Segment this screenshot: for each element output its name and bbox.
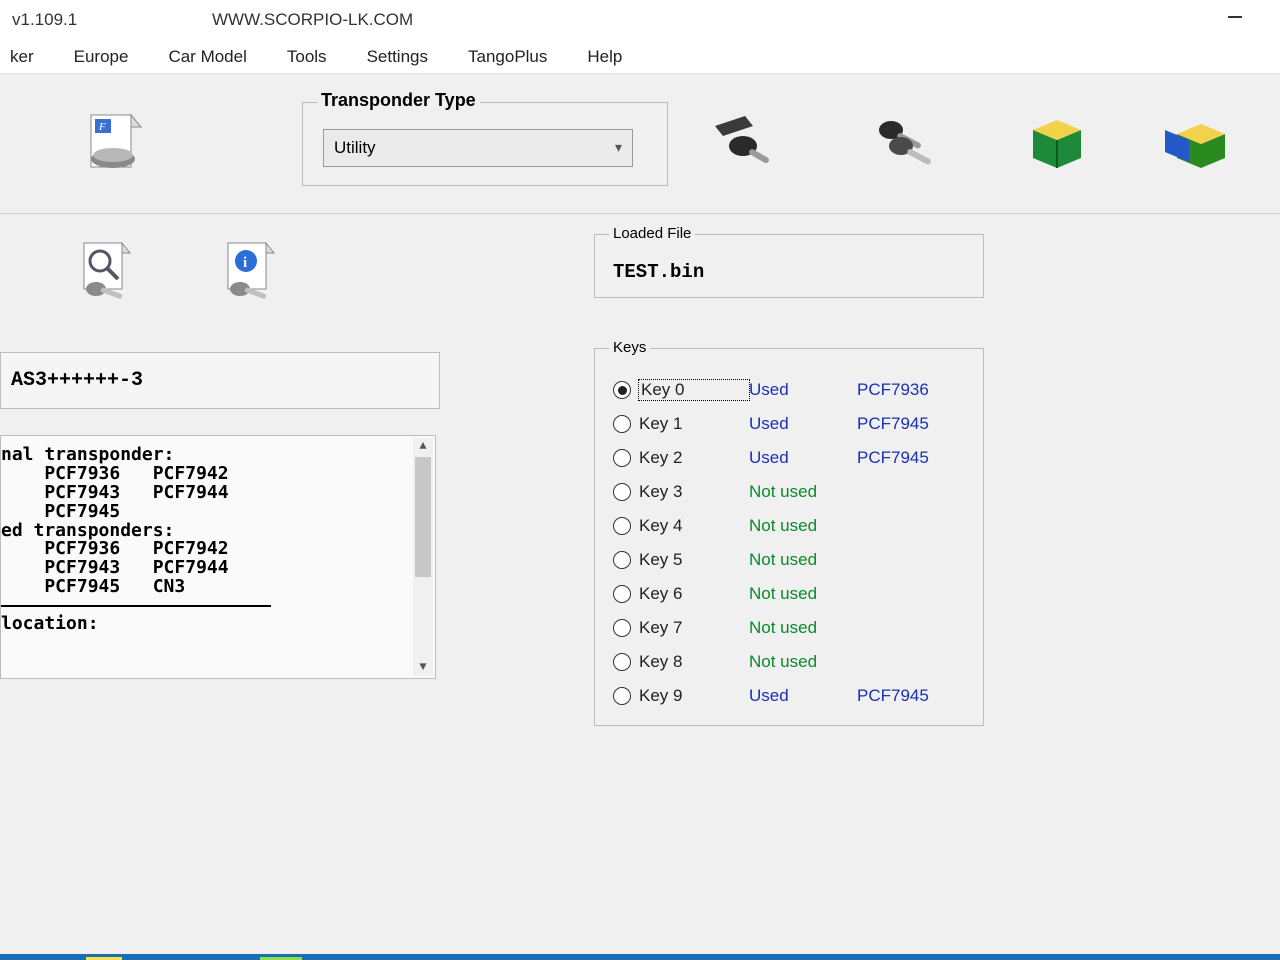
taskbar[interactable] [0, 954, 1280, 960]
loaded-file-label: Loaded File [609, 225, 695, 242]
search-key-icon[interactable] [72, 234, 144, 306]
key-chip: PCF7945 [857, 414, 929, 434]
key-row[interactable]: Key 1UsedPCF7945 [613, 407, 965, 441]
key-row[interactable]: Key 7Not used [613, 611, 965, 645]
key-status: Used [749, 380, 857, 400]
scroll-thumb[interactable] [415, 457, 431, 577]
key-status: Used [749, 448, 857, 468]
toolbar-books-icon[interactable] [1154, 108, 1226, 180]
key-chip: PCF7945 [857, 448, 929, 468]
key-label: Key 7 [639, 618, 749, 638]
loaded-file-group: Loaded File TEST.bin [594, 234, 984, 298]
key-radio[interactable] [613, 619, 631, 637]
keys-label: Keys [609, 339, 650, 356]
key-chip: PCF7945 [857, 686, 929, 706]
key-row[interactable]: Key 6Not used [613, 577, 965, 611]
key-radio[interactable] [613, 449, 631, 467]
title-bar: v1.109.1 WWW.SCORPIO-LK.COM [0, 0, 1280, 40]
window-controls [1226, 8, 1262, 26]
menu-item-tangoplus[interactable]: TangoPlus [458, 43, 557, 71]
key-status: Used [749, 686, 857, 706]
info-scrollbar[interactable]: ▲ ▼ [413, 438, 433, 676]
transponder-info-tail: location: [1, 615, 415, 634]
key-status: Not used [749, 652, 857, 672]
transponder-info-text: nal transponder: PCF7936 PCF7942 PCF7943… [1, 446, 415, 597]
toolbar-book-green-icon[interactable] [1022, 108, 1094, 180]
key-radio[interactable] [613, 585, 631, 603]
minimize-button[interactable] [1226, 8, 1262, 26]
workspace: i AS3++++++-3 nal transponder: PCF7936 P… [0, 214, 1280, 954]
key-label: Key 8 [639, 652, 749, 672]
transponder-type-label: Transponder Type [317, 90, 480, 111]
svg-text:F: F [98, 121, 106, 133]
key-row[interactable]: Key 2UsedPCF7945 [613, 441, 965, 475]
module-id-text: AS3++++++-3 [11, 369, 143, 392]
transponder-type-group: Transponder Type Utility ▾ [302, 102, 668, 186]
key-label: Key 1 [639, 414, 749, 434]
menu-bar: ker Europe Car Model Tools Settings Tang… [0, 40, 1280, 74]
chevron-down-icon: ▾ [615, 139, 622, 156]
transponder-info-box: nal transponder: PCF7936 PCF7942 PCF7943… [0, 435, 436, 679]
key-row[interactable]: Key 3Not used [613, 475, 965, 509]
app-version: v1.109.1 [12, 10, 212, 30]
app-title: WWW.SCORPIO-LK.COM [212, 10, 413, 30]
menu-item-car-model[interactable]: Car Model [158, 43, 256, 71]
menu-item-settings[interactable]: Settings [357, 43, 438, 71]
key-status: Not used [749, 516, 857, 536]
key-label: Key 2 [639, 448, 749, 468]
key-radio[interactable] [613, 653, 631, 671]
key-status: Not used [749, 584, 857, 604]
transponder-type-value: Utility [334, 138, 376, 158]
key-status: Not used [749, 618, 857, 638]
menu-item-europe[interactable]: Europe [64, 43, 139, 71]
key-label: Key 0 [639, 380, 749, 400]
file-car-icon[interactable]: F [80, 108, 152, 180]
key-radio[interactable] [613, 381, 631, 399]
key-status: Not used [749, 550, 857, 570]
svg-text:i: i [243, 255, 247, 271]
module-id-box: AS3++++++-3 [0, 352, 440, 409]
transponder-type-select[interactable]: Utility ▾ [323, 129, 633, 167]
key-label: Key 4 [639, 516, 749, 536]
key-label: Key 9 [639, 686, 749, 706]
key-radio[interactable] [613, 483, 631, 501]
key-label: Key 6 [639, 584, 749, 604]
toolbar-keys-icon[interactable] [870, 108, 942, 180]
key-row[interactable]: Key 8Not used [613, 645, 965, 679]
scroll-down-icon[interactable]: ▼ [419, 659, 426, 676]
key-row[interactable]: Key 5Not used [613, 543, 965, 577]
key-chip: PCF7936 [857, 380, 929, 400]
toolbar-key-wizard-icon[interactable] [708, 108, 780, 180]
menu-item-help[interactable]: Help [577, 43, 632, 71]
key-radio[interactable] [613, 687, 631, 705]
info-key-icon[interactable]: i [216, 234, 288, 306]
menu-item-tools[interactable]: Tools [277, 43, 337, 71]
key-row[interactable]: Key 0UsedPCF7936 [613, 373, 965, 407]
key-label: Key 3 [639, 482, 749, 502]
toolbar: F Transponder Type Utility ▾ [0, 74, 1280, 214]
key-label: Key 5 [639, 550, 749, 570]
key-status: Not used [749, 482, 857, 502]
key-radio[interactable] [613, 517, 631, 535]
right-panel: Loaded File TEST.bin Keys Key 0UsedPCF79… [594, 234, 984, 726]
key-status: Used [749, 414, 857, 434]
key-radio[interactable] [613, 415, 631, 433]
key-radio[interactable] [613, 551, 631, 569]
keys-group: Keys Key 0UsedPCF7936Key 1UsedPCF7945Key… [594, 348, 984, 726]
key-row[interactable]: Key 9UsedPCF7945 [613, 679, 965, 713]
scroll-up-icon[interactable]: ▲ [419, 438, 426, 455]
menu-item-ker[interactable]: ker [0, 43, 44, 71]
key-row[interactable]: Key 4Not used [613, 509, 965, 543]
loaded-file-name: TEST.bin [613, 261, 965, 283]
left-panel: i AS3++++++-3 nal transponder: PCF7936 P… [0, 234, 460, 679]
